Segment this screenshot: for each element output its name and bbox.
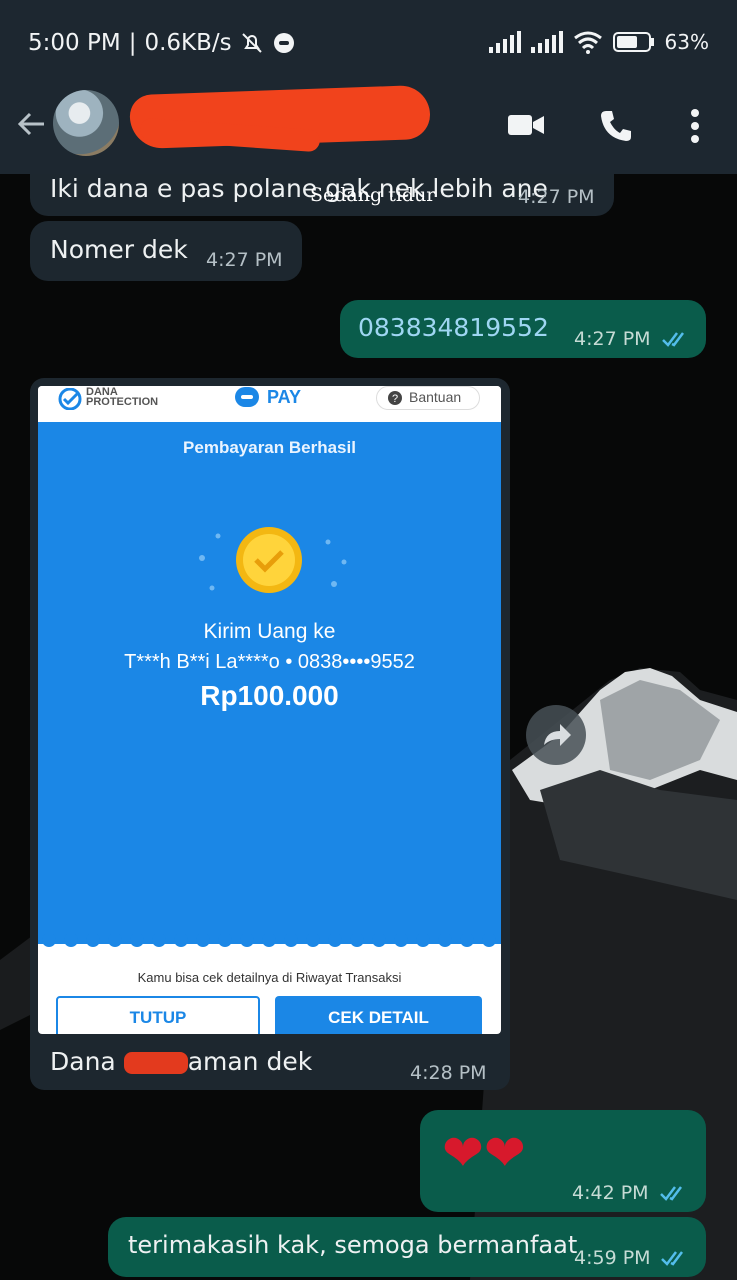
caption-left: Dana [50,1047,124,1076]
close-button-label: TUTUP [129,1008,187,1027]
message-time: 4:27 PM [206,249,283,271]
svg-text:?: ? [392,393,398,405]
message-text: Iki dana e pas polane gak nek lebih ane [50,174,548,203]
read-ticks-icon [661,1251,683,1266]
receipt-recipient: T***h B**i La****o • 0838••••9552 [124,651,415,673]
dana-shield-icon [58,388,82,410]
battery-level: 63% [664,30,709,54]
message-outgoing[interactable]: ❤❤ 4:42 PM [420,1110,706,1212]
receipt-title: Pembayaran Berhasil [183,438,356,457]
battery-icon [612,32,654,52]
caption-right: aman dek [187,1047,313,1076]
message-time: 4:27 PM [574,328,651,350]
message-text: Nomer dek [50,235,188,264]
question-icon: ? [388,391,402,405]
read-ticks-icon [662,332,684,347]
clock: 5:00 PM [28,30,121,56]
message-time: 4:28 PM [410,1062,487,1084]
sticker-overlay-text: Sedang tidur [310,184,436,206]
mute-bell-icon [241,33,262,53]
receipt-subtitle: Kirim Uang ke [203,620,336,643]
redacted-word [123,1052,188,1074]
video-call-icon[interactable] [506,108,546,142]
forward-arrow-icon [544,724,571,746]
image-caption: Dana aman dek [50,1047,312,1076]
signal-icon [488,31,521,53]
success-coin-icon [199,527,347,593]
message-time: 4:42 PM [572,1182,649,1204]
close-button[interactable]: TUTUP [56,996,260,1034]
pay-label: PAY [267,387,302,407]
message-outgoing[interactable]: terimakasih kak, semoga bermanfaat 4:59 … [108,1217,706,1277]
message-incoming[interactable]: Nomer dek 4:27 PM [30,221,302,281]
signal-icon-2 [530,31,563,53]
forward-button[interactable] [526,705,586,765]
receipt-amount: Rp100.000 [200,680,339,711]
network-speed: 0.6KB/s [144,30,232,56]
dana-brand-sub: PROTECTION [86,396,159,408]
voice-call-icon[interactable] [598,108,634,144]
message-text: ❤❤ [442,1124,526,1182]
receipt-note: Kamu bisa cek detailnya di Riwayat Trans… [137,970,402,985]
receipt-scallop-edge [38,934,501,947]
chat-header [0,84,737,174]
receipt-header: DANA PROTECTION PAY ? Bantuan [38,386,501,422]
message-outgoing[interactable]: 083834819552 4:27 PM [340,300,706,358]
help-label: Bantuan [409,389,462,405]
message-time: 4:27 PM [518,186,595,208]
message-text: terimakasih kak, semoga bermanfaat [128,1231,578,1259]
wifi-icon [573,31,602,54]
pay-logo-icon [235,387,259,407]
payment-receipt-image[interactable]: DANA PROTECTION PAY ? Bantuan Pembayaran… [38,386,501,1034]
message-text: 083834819552 [358,313,549,342]
avatar[interactable] [53,90,119,156]
detail-button-label: CEK DETAIL [328,1008,429,1027]
detail-button[interactable]: CEK DETAIL [275,996,482,1034]
notification-icon [273,33,294,53]
back-arrow-icon[interactable] [14,106,50,142]
help-button[interactable]: ? Bantuan [376,386,480,410]
read-ticks-icon [660,1186,682,1201]
receipt-body: Pembayaran Berhasil Kirim Uang ke T***h … [38,422,501,944]
message-time: 4:59 PM [574,1247,651,1269]
separator: | [128,30,137,56]
more-vert-icon[interactable] [690,108,700,144]
status-bar: 5:00 PM | 0.6KB/s 63% [0,0,737,86]
